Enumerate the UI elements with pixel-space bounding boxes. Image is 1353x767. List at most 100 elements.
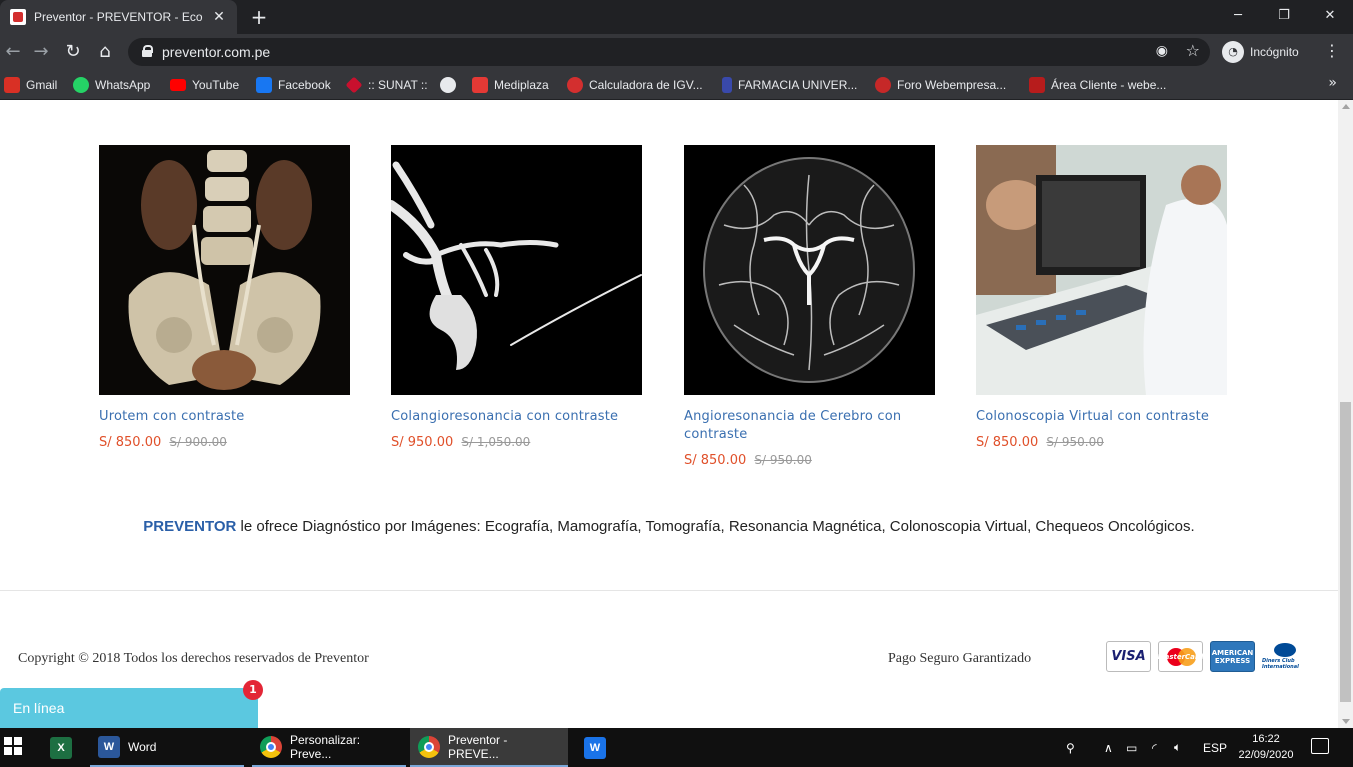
tagline-brand[interactable]: PREVENTOR (143, 518, 236, 535)
tracking-blocked-icon[interactable]: ◉ (1156, 43, 1168, 59)
farmacia-icon (722, 77, 732, 93)
excel-icon: X (50, 736, 72, 759)
bookmarks-bar: Gmail WhatsApp YouTube Facebook :: SUNAT… (0, 70, 1353, 100)
battery-icon[interactable]: ▭ (1126, 728, 1137, 767)
taskbar-clock[interactable]: 16:22 22/09/2020 (1236, 731, 1296, 763)
restore-icon[interactable]: ❐ (1261, 0, 1307, 30)
address-bar[interactable]: preventor.com.pe ◉ ☆ (128, 38, 1210, 66)
urotem-scan-image (99, 145, 350, 395)
chrome-icon (260, 735, 282, 758)
bookmark-gmail[interactable]: Gmail (4, 76, 57, 94)
mastercard-card-icon: MasterCard (1158, 641, 1203, 672)
youtube-icon (170, 79, 186, 91)
bookmarks-overflow-icon[interactable]: » (1328, 75, 1337, 91)
product-prices: S/ 850.00 S/ 900.00 (99, 435, 350, 450)
notifications-icon[interactable] (1311, 738, 1329, 754)
language-indicator[interactable]: ESP (1203, 728, 1227, 767)
word-icon: W (98, 735, 120, 758)
reload-icon[interactable]: ↻ (62, 41, 84, 63)
lock-icon[interactable] (142, 45, 153, 57)
product-old-price: S/ 950.00 (1046, 435, 1104, 449)
product-card-urotem[interactable]: Urotem con contraste S/ 850.00 S/ 900.00 (99, 145, 350, 450)
scroll-up-icon[interactable] (1342, 104, 1350, 109)
mediplaza-icon (472, 77, 488, 93)
product-name[interactable]: Angioresonancia de Cerebro con contraste (684, 408, 935, 444)
product-image-angioresonancia[interactable] (684, 145, 935, 395)
webempresa-icon (875, 77, 891, 93)
bookmark-globe[interactable] (440, 76, 462, 94)
product-card-angioresonancia[interactable]: Angioresonancia de Cerebro con contraste… (684, 145, 935, 468)
clock-date: 22/09/2020 (1238, 749, 1294, 761)
home-icon[interactable]: ⌂ (94, 41, 116, 63)
taskbar-chrome-personalizar[interactable]: Personalizar: Preve... (252, 728, 406, 767)
globe-icon (440, 77, 456, 93)
window-controls: ─ ❐ ✕ (1215, 0, 1353, 34)
incognito-indicator[interactable]: ◔ Incógnito (1222, 39, 1299, 65)
tagline-text: le ofrece Diagnóstico por Imágenes: Ecog… (236, 518, 1195, 535)
bookmark-sunat[interactable]: :: SUNAT :: (345, 76, 428, 94)
minimize-icon[interactable]: ─ (1215, 0, 1261, 30)
angioresonancia-scan-image (684, 145, 935, 395)
product-old-price: S/ 1,050.00 (461, 435, 531, 449)
close-tab-icon[interactable]: ✕ (211, 9, 227, 25)
bookmark-igv[interactable]: Calculadora de IGV... (567, 76, 703, 94)
product-image-colonoscopia[interactable] (976, 145, 1227, 395)
scrollbar-thumb[interactable] (1340, 402, 1351, 702)
browser-menu-icon[interactable]: ⋮ (1324, 41, 1340, 60)
forward-arrow-icon[interactable]: → (30, 41, 52, 63)
incognito-label: Incógnito (1250, 45, 1299, 59)
bookmark-youtube[interactable]: YouTube (170, 76, 239, 94)
clock-time: 16:22 (1252, 733, 1280, 745)
chat-notification-badge: 1 (243, 680, 263, 700)
sunat-icon (345, 76, 363, 94)
product-prices: S/ 850.00 S/ 950.00 (976, 435, 1227, 450)
people-icon[interactable]: ⚲ (1066, 728, 1075, 767)
wps-office-icon: W (584, 736, 606, 759)
back-arrow-icon[interactable]: ← (2, 41, 24, 63)
taskbar-excel[interactable]: X (42, 728, 80, 767)
close-window-icon[interactable]: ✕ (1307, 0, 1353, 30)
windows-start-icon[interactable] (4, 737, 22, 755)
product-card-colangioresonancia[interactable]: Colangioresonancia con contraste S/ 950.… (391, 145, 642, 450)
whatsapp-icon (73, 77, 89, 93)
product-image-urotem[interactable] (99, 145, 350, 395)
tab-title: Preventor - PREVENTOR - Ecografía (34, 10, 203, 24)
incognito-icon: ◔ (1222, 41, 1244, 63)
product-name[interactable]: Colonoscopia Virtual con contraste (976, 408, 1227, 426)
page-scrollbar[interactable] (1338, 100, 1353, 728)
product-name[interactable]: Urotem con contraste (99, 408, 350, 426)
product-name[interactable]: Colangioresonancia con contraste (391, 408, 642, 426)
product-old-price: S/ 900.00 (169, 435, 227, 449)
chrome-icon (418, 735, 440, 758)
wifi-icon[interactable]: ◜ (1152, 728, 1157, 767)
payment-cards: VISA MasterCard AMERICAN EXPRESS Diners … (1106, 641, 1307, 672)
taskbar-chrome-preventor[interactable]: Preventor - PREVE... (410, 728, 568, 767)
bookmark-webempresa[interactable]: Foro Webempresa... (875, 76, 1006, 94)
amex-card-icon: AMERICAN EXPRESS (1210, 641, 1255, 672)
browser-tab-active[interactable]: Preventor - PREVENTOR - Ecografía ✕ (0, 0, 237, 34)
browser-tabbar: Preventor - PREVENTOR - Ecografía ✕ + ─ … (0, 0, 1353, 34)
volume-icon[interactable]: 🔈︎ (1174, 728, 1181, 767)
bookmark-star-icon[interactable]: ☆ (1186, 41, 1200, 60)
colonoscopia-photo-image (976, 145, 1227, 395)
bookmark-whatsapp[interactable]: WhatsApp (73, 76, 150, 94)
igv-calculator-icon (567, 77, 583, 93)
bookmark-area-cliente[interactable]: Área Cliente - webe... (1029, 76, 1166, 94)
product-prices: S/ 950.00 S/ 1,050.00 (391, 435, 642, 450)
tray-overflow-icon[interactable]: ∧ (1104, 728, 1113, 767)
gmail-icon (4, 77, 20, 93)
taskbar-word[interactable]: W Word (90, 728, 244, 767)
address-bar-url[interactable]: preventor.com.pe (162, 44, 270, 60)
product-image-colangioresonancia[interactable] (391, 145, 642, 395)
live-chat-tab[interactable]: En línea (0, 688, 258, 728)
new-tab-button[interactable]: + (248, 6, 270, 28)
scroll-down-icon[interactable] (1342, 719, 1350, 724)
bookmark-facebook[interactable]: Facebook (256, 76, 331, 94)
browser-toolbar: ← → ↻ ⌂ preventor.com.pe ◉ ☆ ◔ Incógnito… (0, 34, 1353, 70)
bookmark-mediplaza[interactable]: Mediplaza (472, 76, 549, 94)
product-card-colonoscopia[interactable]: Colonoscopia Virtual con contraste S/ 85… (976, 145, 1227, 450)
bookmark-farmacia[interactable]: FARMACIA UNIVER... (722, 76, 857, 94)
taskbar-wps[interactable]: W (576, 728, 614, 767)
services-tagline: PREVENTOR le ofrece Diagnóstico por Imág… (0, 518, 1338, 535)
colangioresonancia-scan-image (391, 145, 642, 395)
